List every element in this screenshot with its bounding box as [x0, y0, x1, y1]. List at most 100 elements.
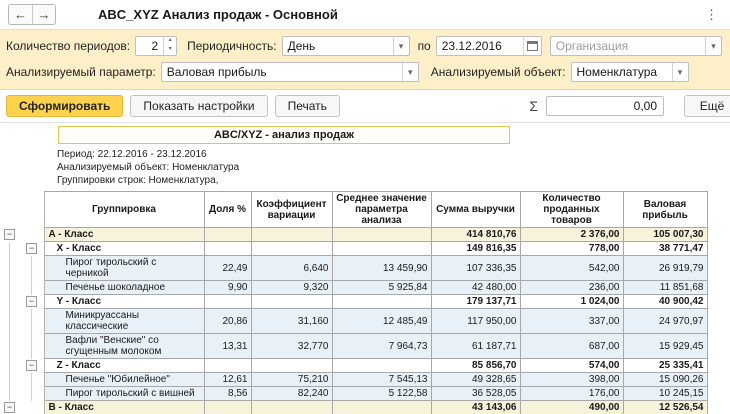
collapse-toggle-icon[interactable]: −: [4, 229, 15, 240]
value-cell: 179 137,71: [431, 295, 520, 309]
periodicity-value: День: [283, 39, 393, 53]
back-button[interactable]: ←: [9, 5, 32, 24]
group-name-cell: Z - Класс: [44, 359, 204, 373]
value-cell: 15 929,45: [623, 334, 707, 359]
value-cell: 149 816,35: [431, 242, 520, 256]
tree-line: [31, 373, 32, 387]
collapse-toggle-icon[interactable]: −: [26, 360, 37, 371]
tree-line: [9, 387, 10, 401]
object-value: Номенклатура: [572, 65, 672, 79]
periodicity-select[interactable]: День ▾: [282, 36, 410, 56]
group-name-cell: X - Класс: [44, 242, 204, 256]
value-cell: 12 485,49: [332, 309, 431, 334]
collapse-toggle-icon[interactable]: −: [4, 402, 15, 413]
value-cell: 61 187,71: [431, 334, 520, 359]
table-row: Миникруассаны классические20,8631,16012 …: [0, 309, 707, 334]
date-to-field[interactable]: 23.12.2016: [436, 36, 542, 56]
show-settings-button[interactable]: Показать настройки: [130, 95, 267, 117]
chevron-down-icon[interactable]: ▾: [705, 37, 721, 55]
value-cell: 24 970,97: [623, 309, 707, 334]
table-row: Пирог тирольский с вишней8,5682,2405 122…: [0, 387, 707, 401]
collapse-toggle-icon[interactable]: −: [26, 296, 37, 307]
stepper-arrows[interactable]: ▴▾: [163, 37, 176, 55]
value-cell: 7 545,13: [332, 373, 431, 387]
value-cell: 40 900,42: [623, 295, 707, 309]
date-to-value: 23.12.2016: [437, 39, 523, 53]
value-cell: 1 024,00: [520, 295, 623, 309]
value-cell: 42 480,00: [431, 281, 520, 295]
sum-field[interactable]: 0,00: [546, 96, 664, 116]
value-cell: [204, 295, 251, 309]
more-button[interactable]: Ещё: [684, 95, 730, 117]
value-cell: 13 459,90: [332, 256, 431, 281]
value-cell: [204, 242, 251, 256]
chevron-down-icon[interactable]: ▾: [672, 63, 688, 81]
table-header-row: ГруппировкаДоля %Коэффициент вариацииСре…: [0, 192, 707, 228]
periodicity-label: Периодичность:: [187, 39, 276, 53]
tree-gutter: [0, 281, 44, 295]
group-name-cell: Печенье шоколадное: [44, 281, 204, 295]
value-cell: 22,49: [204, 256, 251, 281]
tree-gutter: [0, 309, 44, 334]
table-row: −A - Класс414 810,762 376,00105 007,30: [0, 228, 707, 242]
column-header: Валовая прибыль: [623, 192, 707, 228]
step-up-icon[interactable]: ▴: [164, 37, 176, 46]
report-info: Период: 22.12.2016 - 23.12.2016Анализиру…: [57, 148, 730, 187]
value-cell: 25 335,41: [623, 359, 707, 373]
calendar-icon[interactable]: [523, 37, 541, 55]
tree-gutter: −: [0, 401, 44, 414]
value-cell: 414 810,76: [431, 228, 520, 242]
tree-line: [9, 281, 10, 295]
value-cell: 20,86: [204, 309, 251, 334]
group-name-cell: Вафли "Венские" со сгущенным молоком: [44, 334, 204, 359]
tree-gutter: −: [0, 242, 44, 256]
table-row: Печенье шоколадное9,909,3205 925,8442 48…: [0, 281, 707, 295]
value-cell: 337,00: [520, 309, 623, 334]
value-cell: 13,31: [204, 334, 251, 359]
value-cell: 687,00: [520, 334, 623, 359]
value-cell: 43 143,06: [431, 401, 520, 414]
value-cell: 778,00: [520, 242, 623, 256]
value-cell: 82,240: [251, 387, 332, 401]
value-cell: 12,61: [204, 373, 251, 387]
value-cell: 8,56: [204, 387, 251, 401]
value-cell: 574,00: [520, 359, 623, 373]
organization-select[interactable]: Организация ▾: [550, 36, 722, 56]
value-cell: 107 336,35: [431, 256, 520, 281]
object-select[interactable]: Номенклатура ▾: [571, 62, 689, 82]
periods-value: 2: [136, 39, 163, 53]
group-name-cell: Пирог тирольский с вишней: [44, 387, 204, 401]
group-name-cell: Пирог тирольский с черникой: [44, 256, 204, 281]
column-header: Среднее значение параметра анализа: [332, 192, 431, 228]
back-icon: ←: [14, 7, 27, 22]
more-menu-icon[interactable]: ⋮: [701, 7, 722, 23]
tree-line: [9, 256, 10, 281]
table-body: −A - Класс414 810,762 376,00105 007,30−X…: [0, 228, 707, 414]
value-cell: 85 856,70: [431, 359, 520, 373]
periods-stepper[interactable]: 2 ▴▾: [135, 36, 177, 56]
table-row: −Z - Класс 85 856,70574,0025 335,41: [0, 359, 707, 373]
param-select[interactable]: Валовая прибыль ▾: [161, 62, 419, 82]
generate-button[interactable]: Сформировать: [6, 95, 123, 117]
action-bar: Сформировать Показать настройки Печать Σ…: [0, 90, 730, 123]
table-row: −B - Класс43 143,06490,0012 526,54: [0, 401, 707, 414]
collapse-toggle-icon[interactable]: −: [26, 243, 37, 254]
report-table: ГруппировкаДоля %Коэффициент вариацииСре…: [0, 191, 708, 414]
value-cell: [332, 359, 431, 373]
forward-button[interactable]: →: [32, 5, 55, 24]
value-cell: 12 526,54: [623, 401, 707, 414]
value-cell: 490,00: [520, 401, 623, 414]
chevron-down-icon[interactable]: ▾: [393, 37, 409, 55]
table-row: −X - Класс149 816,35778,0038 771,47: [0, 242, 707, 256]
print-button[interactable]: Печать: [275, 95, 340, 117]
group-name-cell: Y - Класс: [44, 295, 204, 309]
chevron-down-icon[interactable]: ▾: [402, 63, 418, 81]
value-cell: [251, 228, 332, 242]
report-title: ABC/XYZ - анализ продаж: [58, 126, 510, 144]
tree-line: [9, 242, 10, 256]
report-area: ABC/XYZ - анализ продаж Период: 22.12.20…: [0, 123, 730, 414]
tree-gutter: −: [0, 228, 44, 242]
value-cell: 2 376,00: [520, 228, 623, 242]
app-window: ← → ABC_XYZ Анализ продаж - Основной ⋮ К…: [0, 0, 730, 414]
step-down-icon[interactable]: ▾: [164, 46, 176, 55]
